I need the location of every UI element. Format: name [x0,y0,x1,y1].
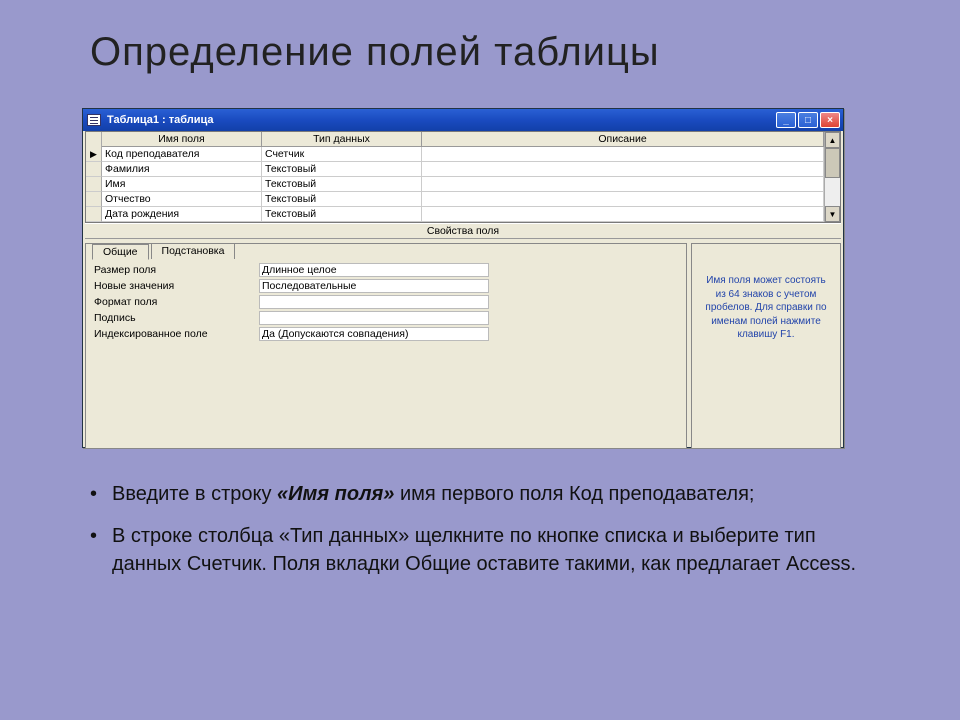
field-desc-cell[interactable] [422,207,824,222]
scroll-up-button[interactable]: ▲ [825,132,840,148]
property-row: Индексированное поле Да (Допускаются сов… [94,326,678,342]
field-name-cell[interactable]: Отчество [102,192,262,207]
minimize-button[interactable]: _ [776,112,796,128]
table-row[interactable]: Фамилия Текстовый [86,162,824,177]
property-value[interactable]: Да (Допускаются совпадения) [259,327,489,341]
property-label: Подпись [94,312,259,324]
list-item: Введите в строку «Имя поля» имя первого … [90,480,870,508]
property-label: Новые значения [94,280,259,292]
field-name-cell[interactable]: Дата рождения [102,207,262,222]
property-row: Новые значения Последовательные [94,278,678,294]
field-type-cell[interactable]: Текстовый [262,162,422,177]
field-type-cell[interactable]: Текстовый [262,177,422,192]
titlebar: Таблица1 : таблица _ □ × [83,109,843,131]
row-selector[interactable] [86,162,102,177]
properties-caption: Свойства поля [85,223,841,239]
list-item: В строке столбца «Тип данных» щелкните п… [90,522,870,578]
field-type-cell[interactable]: Текстовый [262,207,422,222]
table-icon [87,114,101,126]
help-panel: Имя поля может состоять из 64 знаков с у… [691,243,841,449]
grid-header: Имя поля Тип данных Описание [86,132,824,147]
row-selector[interactable]: ▶ [86,147,102,162]
property-row: Формат поля [94,294,678,310]
bullet-list: Введите в строку «Имя поля» имя первого … [90,480,870,592]
field-type-cell[interactable]: Счетчик [262,147,422,162]
property-label: Индексированное поле [94,328,259,340]
field-grid: Имя поля Тип данных Описание ▶ Код препо… [85,131,841,223]
table-row[interactable]: Имя Текстовый [86,177,824,192]
tab-lookup[interactable]: Подстановка [151,243,236,259]
vertical-scrollbar[interactable]: ▲ ▼ [824,132,840,222]
field-desc-cell[interactable] [422,192,824,207]
col-header-type[interactable]: Тип данных [262,132,422,147]
row-selector[interactable] [86,207,102,222]
table-row[interactable]: Дата рождения Текстовый [86,207,824,222]
properties-panel: Общие Подстановка Размер поля Длинное це… [85,243,687,449]
property-label: Формат поля [94,296,259,308]
property-row: Размер поля Длинное целое [94,262,678,278]
property-value[interactable] [259,295,489,309]
bullet-text: имя первого поля Код преподавателя; [394,483,754,505]
bullet-text: Введите в строку [112,483,277,505]
table-row[interactable]: ▶ Код преподавателя Счетчик [86,147,824,162]
field-type-cell[interactable]: Текстовый [262,192,422,207]
field-name-cell[interactable]: Фамилия [102,162,262,177]
property-value[interactable] [259,311,489,325]
property-row: Подпись [94,310,678,326]
field-name-cell[interactable]: Код преподавателя [102,147,262,162]
property-label: Размер поля [94,264,259,276]
tab-general[interactable]: Общие [92,244,149,260]
property-value[interactable]: Последовательные [259,279,489,293]
col-header-name[interactable]: Имя поля [102,132,262,147]
field-desc-cell[interactable] [422,177,824,192]
field-desc-cell[interactable] [422,147,824,162]
slide-title: Определение полей таблицы [0,0,960,83]
access-design-window: Таблица1 : таблица _ □ × Имя поля Тип да… [82,108,844,448]
col-header-desc[interactable]: Описание [422,132,824,147]
window-title: Таблица1 : таблица [107,114,774,126]
close-button[interactable]: × [820,112,840,128]
bullet-bold: «Имя поля» [277,483,394,505]
scroll-down-button[interactable]: ▼ [825,206,840,222]
field-name-cell[interactable]: Имя [102,177,262,192]
table-row[interactable]: Отчество Текстовый [86,192,824,207]
row-selector[interactable] [86,192,102,207]
property-value[interactable]: Длинное целое [259,263,489,277]
maximize-button[interactable]: □ [798,112,818,128]
field-desc-cell[interactable] [422,162,824,177]
row-selector[interactable] [86,177,102,192]
scroll-thumb[interactable] [825,148,840,178]
